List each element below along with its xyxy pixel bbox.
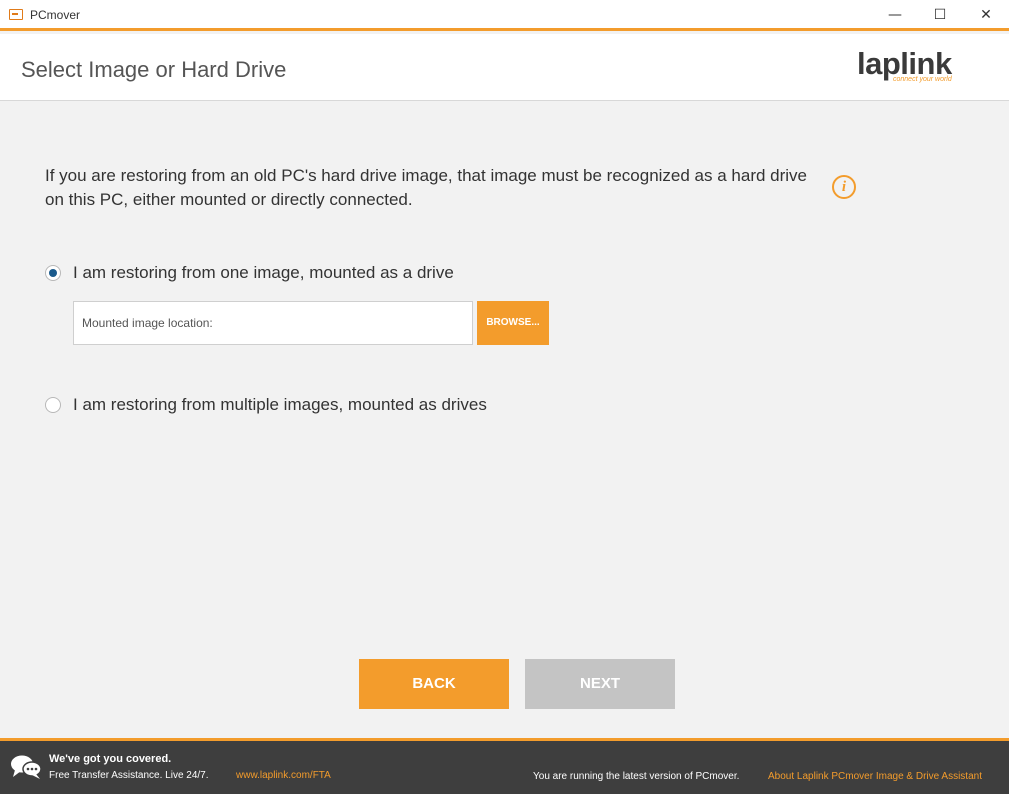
minimize-button[interactable]: — xyxy=(872,0,918,31)
fta-link[interactable]: www.laplink.com/FTA xyxy=(236,770,331,781)
close-button[interactable]: ✕ xyxy=(963,0,1009,31)
intro-text: If you are restoring from an old PC's ha… xyxy=(45,166,808,209)
option-multiple-images-label[interactable]: I am restoring from multiple images, mou… xyxy=(73,395,487,415)
maximize-button[interactable]: ☐ xyxy=(917,0,963,31)
footer: We've got you covered. Free Transfer Ass… xyxy=(0,741,1009,794)
radio-one-image[interactable] xyxy=(45,265,61,281)
title-bar: PCmover — ☐ ✕ xyxy=(0,0,1009,31)
logo-tagline: connect your world xyxy=(893,76,952,83)
page-header: Select Image or Hard Drive laplink conne… xyxy=(0,34,1009,101)
radio-multiple-images[interactable] xyxy=(45,397,61,413)
info-icon[interactable]: i xyxy=(832,175,856,199)
back-button[interactable]: BACK xyxy=(359,659,509,709)
option-one-image-label[interactable]: I am restoring from one image, mounted a… xyxy=(73,263,454,283)
about-link[interactable]: About Laplink PCmover Image & Drive Assi… xyxy=(768,771,982,782)
mounted-image-location-input[interactable] xyxy=(73,301,473,345)
chat-bubbles-icon xyxy=(11,755,42,779)
laplink-logo: laplink connect your world xyxy=(857,46,967,86)
version-status: You are running the latest version of PC… xyxy=(533,771,740,782)
browse-button[interactable]: BROWSE... xyxy=(477,301,549,345)
footer-headline: We've got you covered. xyxy=(49,753,172,765)
footer-subtext: Free Transfer Assistance. Live 24/7. xyxy=(49,770,209,781)
window-title: PCmover xyxy=(30,8,81,22)
page-title: Select Image or Hard Drive xyxy=(21,57,287,82)
next-button[interactable]: NEXT xyxy=(525,659,675,709)
pcmover-app-icon xyxy=(9,9,23,20)
